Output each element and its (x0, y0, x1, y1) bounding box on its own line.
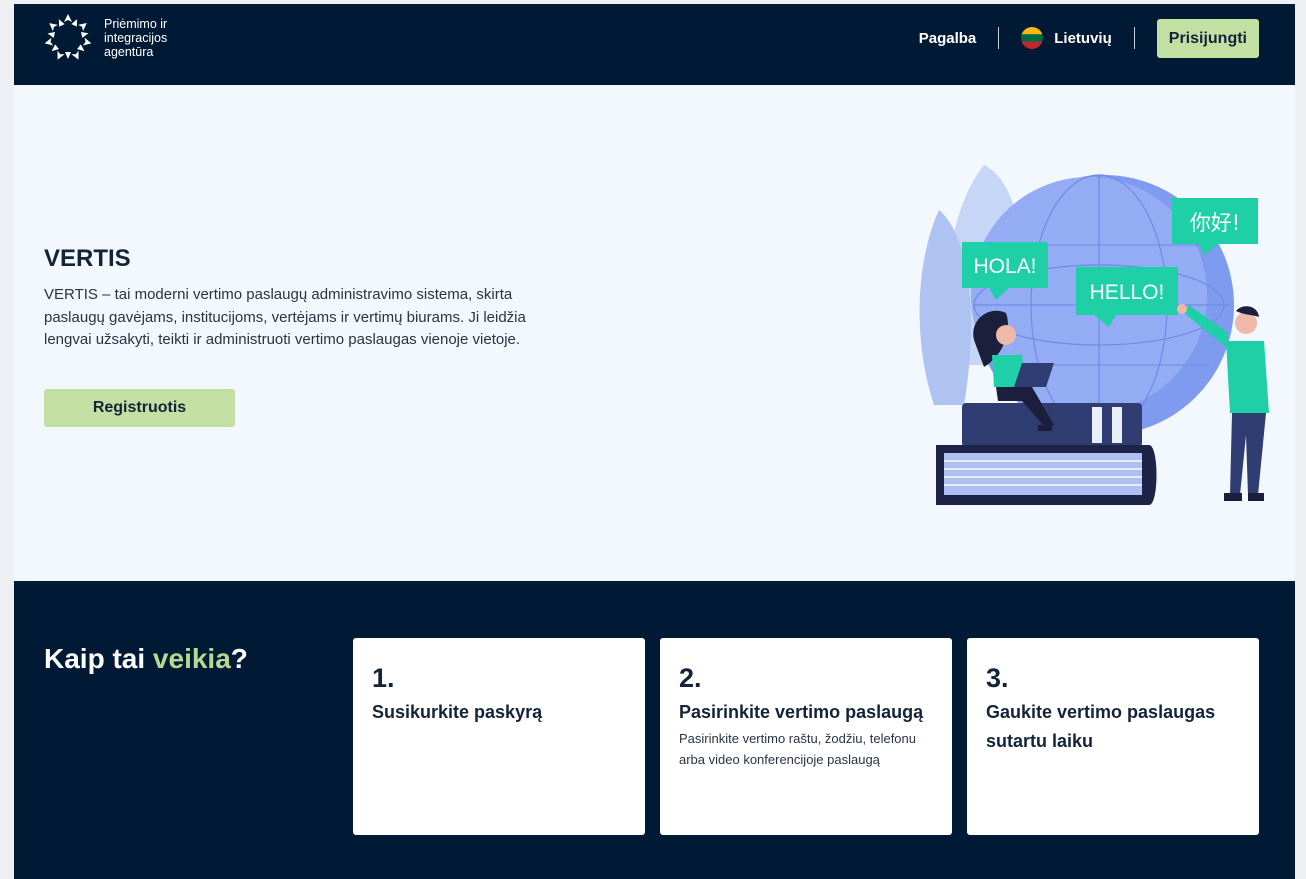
help-link[interactable]: Pagalba (919, 30, 977, 47)
how-it-works-title: Kaip tai veikia? (44, 643, 248, 675)
svg-text:你好!: 你好! (1190, 211, 1240, 235)
header-nav: Pagalba Lietuvių Prisijungti (919, 18, 1259, 58)
how-it-works-section: Kaip tai veikia? 1. Susikurkite paskyrą … (14, 581, 1295, 879)
title-prefix: Kaip tai (44, 643, 153, 674)
step-number: 2. (679, 663, 702, 693)
step-number: 3. (986, 663, 1009, 693)
language-selector[interactable]: Lietuvių (1021, 27, 1112, 49)
language-label: Lietuvių (1054, 29, 1112, 47)
hero-title: VERTIS (44, 245, 131, 272)
translation-illustration: HOLA! HELLO! 你好! (919, 165, 1269, 505)
page: Priėmimo ir integracijos agentūra Pagalb… (14, 4, 1295, 879)
title-accent: veikia (152, 643, 231, 674)
login-button[interactable]: Prisijungti (1156, 18, 1259, 58)
step-description: Pasirinkite vertimo raštu, žodžiu, telef… (679, 731, 916, 767)
site-header: Priėmimo ir integracijos agentūra Pagalb… (14, 4, 1295, 85)
step-number: 1. (372, 663, 395, 693)
hero-description: VERTIS – tai moderni vertimo paslaugų ad… (44, 286, 526, 348)
step-card-3: 3. Gaukite vertimo paslaugas sutartu lai… (967, 638, 1259, 835)
svg-text:HOLA!: HOLA! (973, 255, 1036, 278)
title-suffix: ? (230, 643, 248, 674)
lithuania-flag-icon (1021, 27, 1044, 49)
hero-section: VERTIS VERTIS – tai moderni vertimo pasl… (14, 85, 1295, 581)
nav-divider (998, 27, 1000, 49)
step-title: Susikurkite paskyrą (372, 702, 543, 722)
register-button[interactable]: Registruotis (44, 389, 235, 427)
agency-name: Priėmimo ir integracijos agentūra (104, 17, 168, 59)
agency-logo[interactable]: Priėmimo ir integracijos agentūra (42, 12, 194, 64)
svg-text:HELLO!: HELLO! (1090, 281, 1165, 304)
step-card-2: 2. Pasirinkite vertimo paslaugą Pasirink… (660, 638, 952, 835)
step-title: Pasirinkite vertimo paslaugą (679, 702, 924, 722)
nav-divider (1133, 27, 1135, 49)
step-title: Gaukite vertimo paslaugas sutartu laiku (986, 702, 1216, 751)
step-card-1: 1. Susikurkite paskyrą (353, 638, 645, 835)
agency-star-logo-icon (44, 14, 92, 60)
